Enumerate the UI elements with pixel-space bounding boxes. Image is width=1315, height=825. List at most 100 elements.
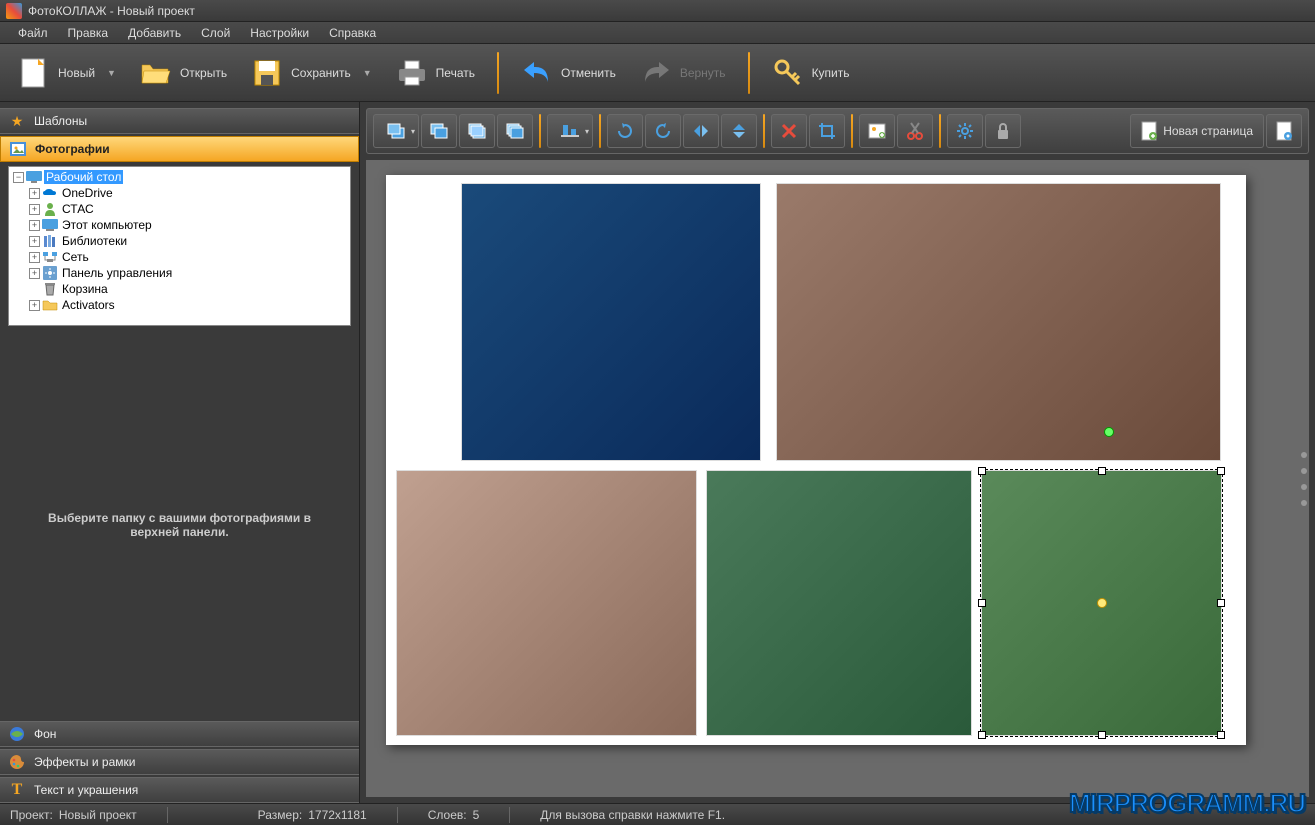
add-image-button[interactable] xyxy=(859,114,895,148)
expand-icon[interactable]: + xyxy=(29,268,40,279)
window-title: ФотоКОЛЛАЖ - Новый проект xyxy=(28,4,195,18)
menu-layer[interactable]: Слой xyxy=(193,23,238,43)
tree-item[interactable]: − Рабочий стол xyxy=(11,169,348,185)
cut-button[interactable] xyxy=(897,114,933,148)
accordion-text[interactable]: T Текст и украшения xyxy=(0,777,359,803)
photo-4[interactable] xyxy=(706,470,972,736)
dropdown-arrow-icon: ▼ xyxy=(363,68,372,78)
tree-item[interactable]: +Activators xyxy=(11,297,348,313)
settings-button[interactable] xyxy=(947,114,983,148)
expand-icon[interactable]: + xyxy=(29,300,40,311)
photos-icon xyxy=(9,140,27,158)
collage-page[interactable] xyxy=(386,175,1246,745)
redo-arrow-icon xyxy=(640,57,672,89)
bin-icon xyxy=(42,282,58,296)
bring-front-button[interactable] xyxy=(459,114,495,148)
net-icon xyxy=(42,250,58,264)
folder-icon xyxy=(42,298,58,312)
templates-label: Шаблоны xyxy=(34,114,87,128)
lock-button[interactable] xyxy=(985,114,1021,148)
menu-edit[interactable]: Правка xyxy=(60,23,117,43)
expand-icon[interactable]: + xyxy=(29,220,40,231)
flip-horizontal-button[interactable] xyxy=(683,114,719,148)
undo-arrow-icon xyxy=(521,57,553,89)
folder-tree[interactable]: −Рабочий стол+OneDrive+СТАС+Этот компьют… xyxy=(8,166,351,326)
menu-add[interactable]: Добавить xyxy=(120,23,189,43)
crop-button[interactable] xyxy=(809,114,845,148)
menu-help[interactable]: Справка xyxy=(321,23,384,43)
side-dots xyxy=(1301,452,1307,506)
expand-icon[interactable]: + xyxy=(29,204,40,215)
rotate-handle-2[interactable] xyxy=(1104,427,1114,437)
canvas-area: Новая страница xyxy=(360,102,1315,803)
new-page-button[interactable]: Новая страница xyxy=(1130,114,1264,148)
rotate-right-button[interactable] xyxy=(645,114,681,148)
send-back-button[interactable] xyxy=(497,114,533,148)
accordion-photos[interactable]: Фотографии xyxy=(0,136,359,162)
new-button[interactable]: Новый ▼ xyxy=(10,53,124,93)
photo-2[interactable] xyxy=(776,183,1221,461)
tree-item[interactable]: +Панель управления xyxy=(11,265,348,281)
save-button[interactable]: Сохранить ▼ xyxy=(243,53,380,93)
expand-icon[interactable]: + xyxy=(29,252,40,263)
accordion-templates[interactable]: ★ Шаблоны xyxy=(0,108,359,134)
tree-item[interactable]: + Библиотеки xyxy=(11,233,348,249)
open-folder-icon xyxy=(140,57,172,89)
main-toolbar: Новый ▼ Открыть Сохранить ▼ Печать Отмен… xyxy=(0,44,1315,102)
align-button[interactable] xyxy=(547,114,593,148)
menu-file[interactable]: Файл xyxy=(10,23,56,43)
toolbar-separator xyxy=(851,114,853,148)
buy-button[interactable]: Купить xyxy=(764,53,858,93)
photo-3[interactable] xyxy=(396,470,697,736)
tree-item[interactable]: Корзина xyxy=(11,281,348,297)
toolbar-separator xyxy=(599,114,601,148)
undo-button[interactable]: Отменить xyxy=(513,53,624,93)
accordion-background[interactable]: Фон xyxy=(0,721,359,747)
status-project-label: Проект: xyxy=(10,808,53,822)
tree-item[interactable]: + СТАС xyxy=(11,201,348,217)
open-button[interactable]: Открыть xyxy=(132,53,235,93)
new-page-label: Новая страница xyxy=(1163,124,1253,138)
menu-settings[interactable]: Настройки xyxy=(242,23,317,43)
save-floppy-icon xyxy=(251,57,283,89)
key-icon xyxy=(772,57,804,89)
tree-item-label: Рабочий стол xyxy=(44,170,123,184)
tree-item[interactable]: +Сеть xyxy=(11,249,348,265)
tree-item-label: Библиотеки xyxy=(60,234,129,248)
flip-vertical-button[interactable] xyxy=(721,114,757,148)
expand-icon[interactable]: + xyxy=(29,236,40,247)
save-label: Сохранить xyxy=(291,66,351,80)
canvas-viewport[interactable] xyxy=(366,160,1309,797)
redo-button[interactable]: Вернуть xyxy=(632,53,734,93)
delete-button[interactable] xyxy=(771,114,807,148)
accordion-effects[interactable]: Эффекты и рамки xyxy=(0,749,359,775)
print-button[interactable]: Печать xyxy=(388,53,483,93)
tree-item[interactable]: +OneDrive xyxy=(11,185,348,201)
layer-up-button[interactable] xyxy=(373,114,419,148)
globe-icon xyxy=(8,725,26,743)
desktop-icon xyxy=(26,170,42,184)
expand-icon[interactable]: + xyxy=(29,188,40,199)
layer-down-button[interactable] xyxy=(421,114,457,148)
buy-label: Купить xyxy=(812,66,850,80)
effects-label: Эффекты и рамки xyxy=(34,755,135,769)
photos-label: Фотографии xyxy=(35,142,110,156)
rotate-handle[interactable] xyxy=(1097,598,1107,608)
photo-5-selected[interactable] xyxy=(981,470,1222,736)
canvas-toolbar: Новая страница xyxy=(366,108,1309,154)
palette-icon xyxy=(8,753,26,771)
printer-icon xyxy=(396,57,428,89)
tree-item-label: СТАС xyxy=(60,202,96,216)
status-layers-label: Слоев: xyxy=(428,808,467,822)
expand-icon[interactable]: − xyxy=(13,172,24,183)
tree-item[interactable]: + Этот компьютер xyxy=(11,217,348,233)
toolbar-separator xyxy=(763,114,765,148)
rotate-left-button[interactable] xyxy=(607,114,643,148)
toolbar-separator xyxy=(939,114,941,148)
page-settings-button[interactable] xyxy=(1266,114,1302,148)
photo-1[interactable] xyxy=(461,183,761,461)
dropdown-arrow-icon: ▼ xyxy=(107,68,116,78)
tree-item-label: Этот компьютер xyxy=(60,218,154,232)
menu-bar: Файл Правка Добавить Слой Настройки Спра… xyxy=(0,22,1315,44)
cp-icon xyxy=(42,266,58,280)
